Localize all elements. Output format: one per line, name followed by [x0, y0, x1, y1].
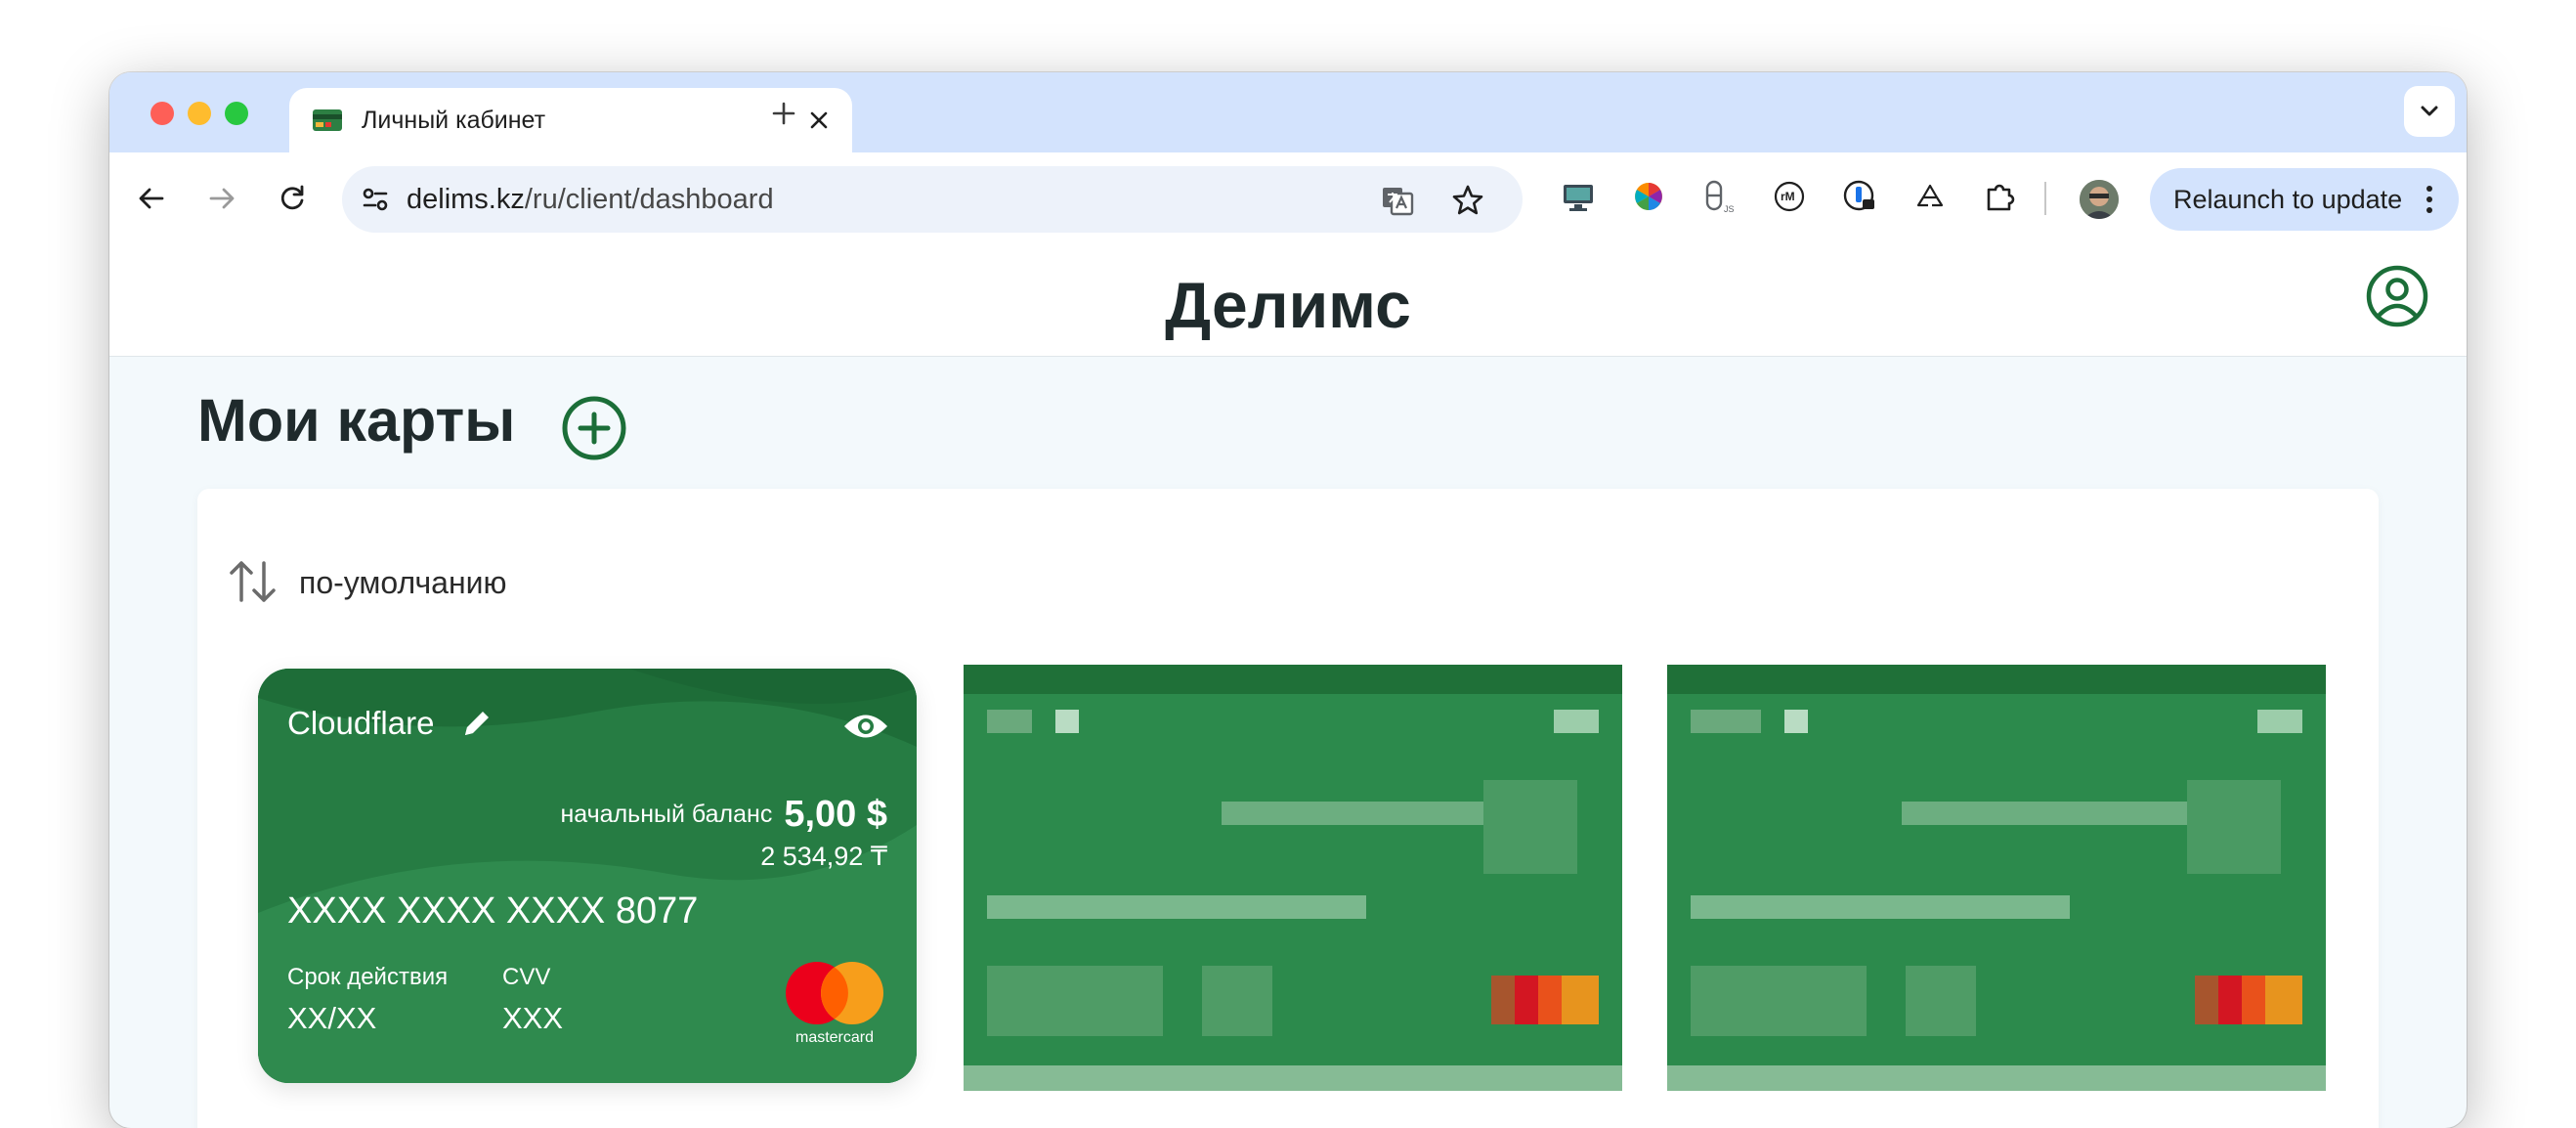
screen-extension-icon[interactable] — [1560, 178, 1597, 215]
card-network-label: mastercard — [794, 1029, 875, 1046]
card-balance: начальный баланс 5,00 $ — [561, 794, 888, 836]
blurred-block — [964, 665, 1622, 694]
card-item[interactable]: Cloudflare начальный баланс 5,00 $ 2 534,… — [258, 669, 917, 1083]
blurred-block — [2242, 976, 2265, 1024]
blurred-block — [987, 710, 1032, 733]
close-window-button[interactable] — [150, 102, 174, 125]
svg-text:JS: JS — [1724, 204, 1735, 214]
close-tab-icon[interactable] — [807, 108, 831, 132]
blurred-block — [1784, 710, 1808, 733]
blurred-block — [1691, 966, 1867, 1036]
url-text: delims.kz/ru/client/dashboard — [407, 183, 774, 216]
profile-avatar[interactable] — [2080, 180, 2119, 219]
forward-arrow-icon[interactable] — [205, 182, 238, 215]
blurred-block — [1667, 1065, 2326, 1091]
blurred-block — [987, 966, 1163, 1036]
svg-text:rM: rM — [1781, 190, 1795, 203]
sort-dropdown-label[interactable]: по-умолчанию — [299, 565, 507, 600]
blurred-block — [987, 895, 1366, 919]
balance-value: 5,00 $ — [784, 794, 887, 835]
blurred-block — [1906, 966, 1976, 1036]
blurred-block — [2257, 710, 2302, 733]
browser-toolbar: delims.kz/ru/client/dashboard JS rM Rela… — [109, 152, 2467, 245]
site-header: Делимс — [109, 244, 2467, 357]
blurred-block — [1667, 665, 2326, 694]
card-number: XXXX XXXX XXXX 8077 — [287, 890, 699, 932]
relaunch-label: Relaunch to update — [2173, 185, 2403, 214]
translate-icon[interactable] — [1380, 183, 1415, 218]
url-host: delims.kz — [407, 184, 525, 215]
tab-title: Личный кабинет — [362, 107, 546, 134]
password-manager-extension-icon[interactable] — [1841, 178, 1878, 215]
bookmark-star-icon[interactable] — [1450, 183, 1485, 218]
blurred-block — [2218, 976, 2242, 1024]
toolbar-separator — [2044, 182, 2046, 215]
blurred-block — [2265, 976, 2302, 1024]
chevron-down-icon — [2421, 106, 2438, 116]
recycle-extension-icon[interactable] — [1911, 178, 1949, 215]
address-bar[interactable]: delims.kz/ru/client/dashboard — [342, 166, 1523, 233]
blurred-block — [1202, 966, 1272, 1036]
blurred-block — [964, 1065, 1622, 1091]
cvv-value: XXX — [502, 1001, 564, 1035]
blurred-block — [1055, 710, 1079, 733]
balance-label: начальный баланс — [560, 801, 773, 828]
blurred-block — [2187, 780, 2281, 874]
browser-window: Личный кабинет delims.kz/ru/client/dashb… — [109, 72, 2467, 1128]
relaunch-button[interactable]: Relaunch to update — [2150, 168, 2459, 231]
balance-secondary: 2 534,92 ₸ — [760, 842, 887, 871]
new-tab-icon[interactable] — [770, 100, 797, 127]
card-name: Cloudflare — [287, 705, 435, 741]
blurred-block — [1691, 710, 1761, 733]
card-favicon-icon — [313, 109, 342, 131]
blurred-block — [1483, 780, 1577, 874]
blurred-block — [1554, 710, 1599, 733]
mastercard-logo-icon — [786, 962, 883, 1024]
card-item-blurred[interactable] — [964, 665, 1622, 1091]
rm-extension-icon[interactable]: rM — [1771, 178, 1808, 215]
blurred-block — [1538, 976, 1562, 1024]
page-title: Мои карты — [197, 387, 516, 454]
blurred-block — [1491, 976, 1515, 1024]
js-extension-icon[interactable]: JS — [1700, 178, 1738, 215]
cvv-label: CVV — [502, 964, 551, 990]
tab-search-button[interactable] — [2404, 86, 2455, 137]
expiry-label: Срок действия — [287, 964, 449, 990]
site-info-icon[interactable] — [356, 180, 395, 219]
card-item-blurred[interactable] — [1667, 665, 2326, 1091]
extensions-puzzle-icon[interactable] — [1982, 178, 2019, 215]
reload-icon[interactable] — [276, 182, 309, 215]
url-path: /ru/client/dashboard — [524, 184, 774, 215]
add-card-plus-icon[interactable] — [561, 395, 627, 461]
color-picker-extension-icon[interactable] — [1630, 178, 1667, 215]
show-details-eye-icon[interactable] — [842, 710, 889, 743]
maximize-window-button[interactable] — [225, 102, 248, 125]
avatar-photo — [2080, 180, 2119, 219]
blurred-block — [1562, 976, 1599, 1024]
blurred-block — [1691, 895, 2070, 919]
expiry-value: XX/XX — [287, 1001, 377, 1035]
back-arrow-icon[interactable] — [135, 182, 168, 215]
more-vert-icon — [2426, 186, 2432, 213]
sort-arrows-icon[interactable] — [227, 557, 279, 606]
blurred-block — [1515, 976, 1538, 1024]
site-logo-text[interactable]: Делимс — [109, 268, 2467, 342]
account-circle-icon[interactable] — [2365, 264, 2429, 328]
tab-active[interactable]: Личный кабинет — [289, 88, 852, 152]
minimize-window-button[interactable] — [188, 102, 211, 125]
edit-pencil-icon[interactable] — [459, 706, 494, 741]
blurred-block — [2195, 976, 2218, 1024]
tab-strip: Личный кабинет — [109, 72, 2467, 152]
